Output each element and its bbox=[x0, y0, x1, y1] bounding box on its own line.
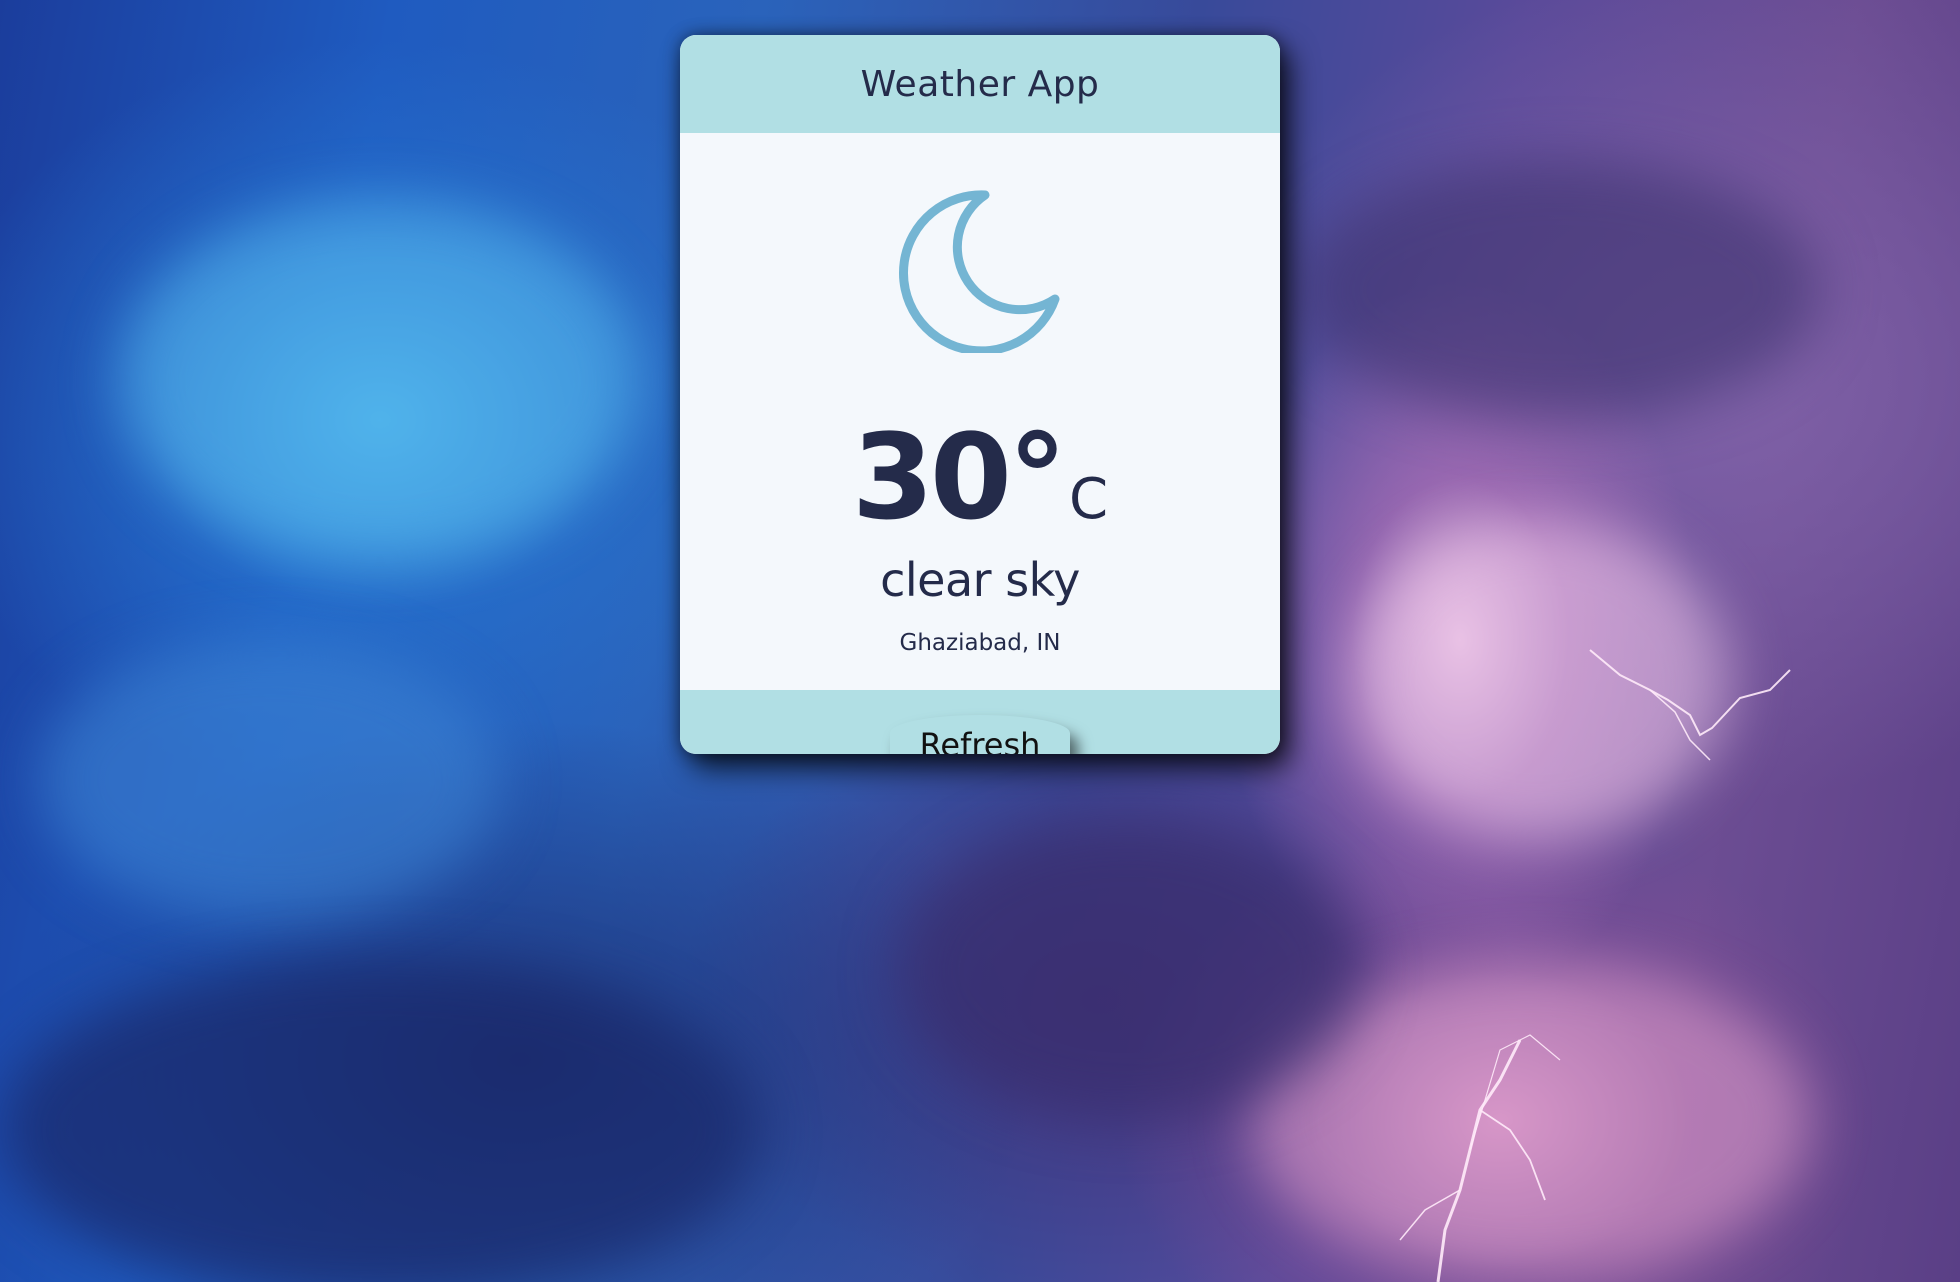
location-label: Ghaziabad, IN bbox=[899, 630, 1061, 656]
weather-details: 30° C clear sky Ghaziabad, IN bbox=[680, 133, 1280, 690]
weather-card: Weather App 30° C clear sky Ghaziabad, IN… bbox=[680, 35, 1280, 754]
card-header: Weather App bbox=[680, 35, 1280, 133]
moon-icon bbox=[887, 173, 1067, 356]
temperature-unit: C bbox=[1069, 467, 1109, 532]
refresh-button[interactable]: Refresh bbox=[890, 715, 1070, 754]
temperature-display: 30° C bbox=[680, 418, 1280, 536]
weather-condition: clear sky bbox=[880, 553, 1080, 607]
app-title: Weather App bbox=[860, 63, 1100, 105]
temperature-value: 30° bbox=[851, 408, 1067, 546]
card-footer: Refresh bbox=[680, 690, 1280, 754]
